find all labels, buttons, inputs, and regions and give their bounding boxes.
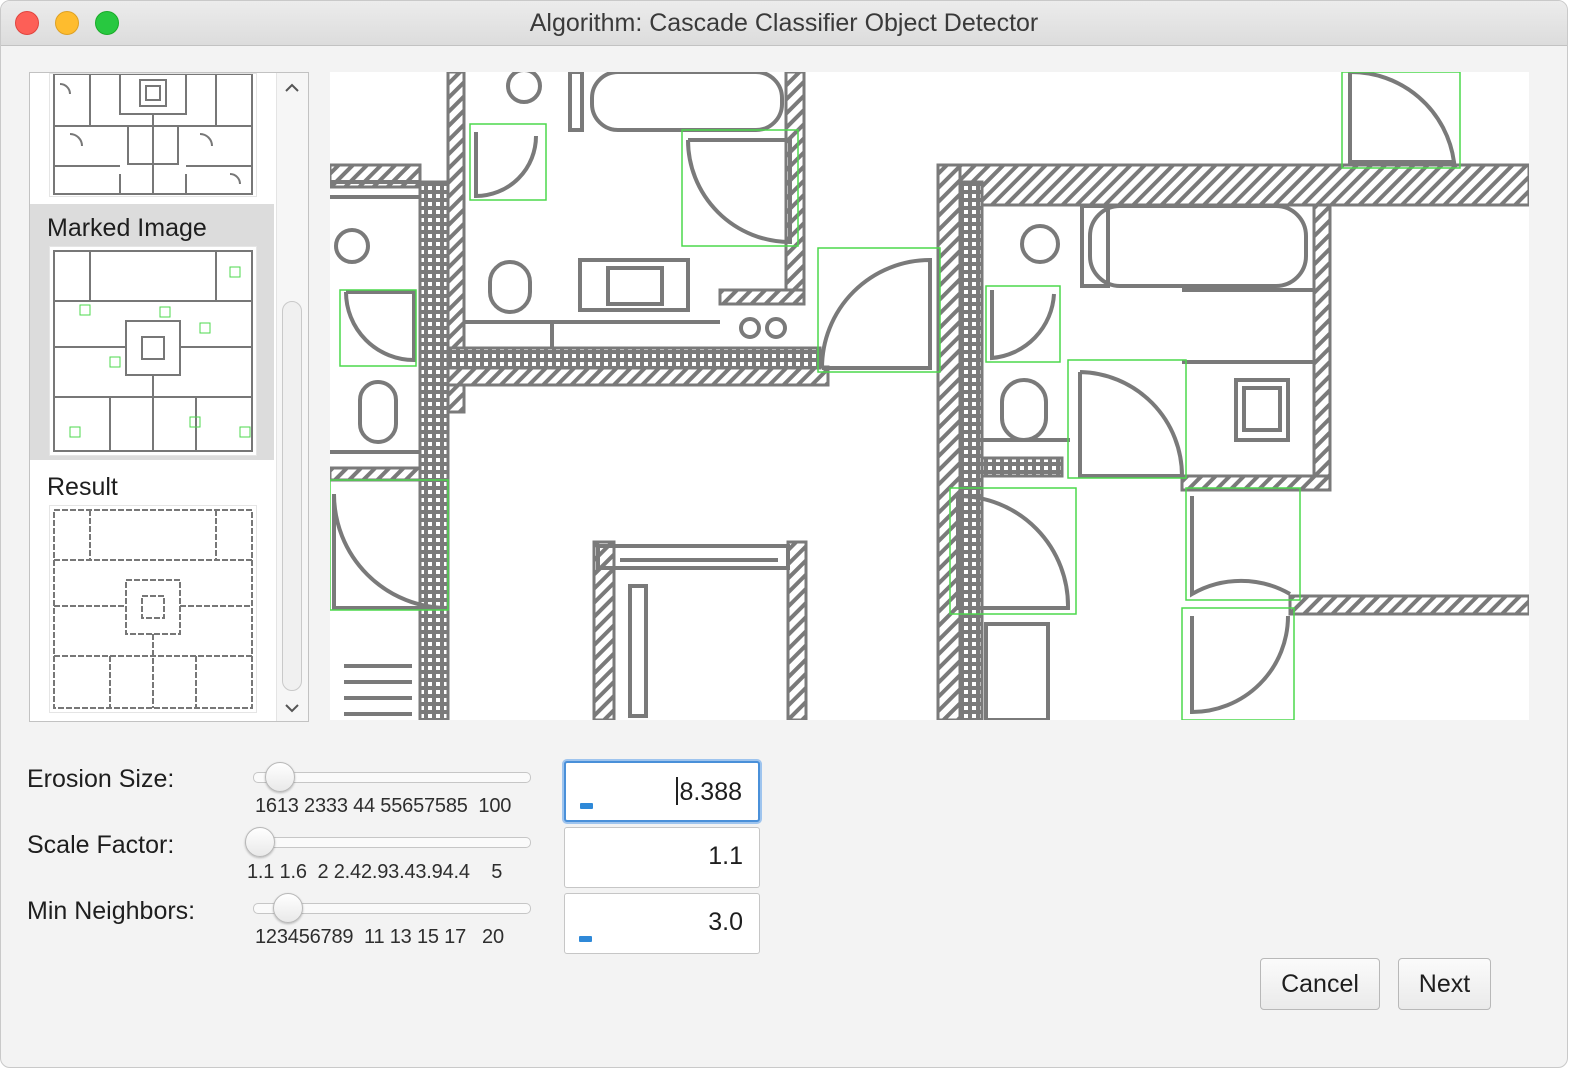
scale-factor-knob[interactable] (245, 827, 275, 857)
erosion-size-field[interactable]: 8.388 (564, 761, 760, 822)
scale-factor-slider[interactable] (245, 827, 531, 857)
erosion-size-label: Erosion Size: (27, 765, 175, 793)
marked-image-thumbnail (49, 246, 257, 456)
marked-image-preview (330, 72, 1529, 720)
list-item-marked-image[interactable]: Marked Image (30, 204, 274, 460)
scroll-down-icon[interactable] (283, 699, 301, 717)
erosion-size-ticks: 1613 2333 44 55657585 100 (255, 795, 512, 817)
scrollbar-thumb[interactable] (282, 301, 302, 691)
window-title: Algorithm: Cascade Classifier Object Det… (529, 9, 1039, 37)
scale-factor-ticks: 1.1 1.6 2 2.42.93.43.94.4 5 (247, 861, 503, 883)
erosion-size-knob[interactable] (265, 762, 295, 792)
erosion-size-slider[interactable] (253, 762, 531, 792)
list-item-source[interactable] (30, 73, 274, 203)
scale-factor-track (245, 837, 531, 848)
min-neighbors-knob[interactable] (273, 893, 303, 923)
min-neighbors-slider[interactable] (253, 893, 531, 923)
result-label: Result (47, 473, 118, 501)
spinner-indicator (579, 936, 592, 942)
list-scrollbar[interactable] (276, 73, 308, 721)
step-list[interactable]: Marked Image Result (29, 72, 309, 722)
source-thumbnail (49, 73, 257, 197)
min-neighbors-value: 3.0 (708, 908, 743, 936)
min-neighbors-label: Min Neighbors: (27, 897, 196, 925)
cancel-button[interactable]: Cancel (1260, 958, 1380, 1010)
scale-factor-label: Scale Factor: (27, 831, 175, 859)
list-item-result[interactable]: Result (30, 461, 274, 721)
scroll-up-icon[interactable] (283, 79, 301, 97)
next-button[interactable]: Next (1398, 958, 1491, 1010)
spinner-indicator (580, 803, 593, 809)
marked-image-label: Marked Image (47, 214, 207, 242)
result-thumbnail (49, 505, 257, 713)
erosion-size-value: 8.388 (679, 778, 742, 806)
min-neighbors-field[interactable]: 3.0 (564, 893, 760, 954)
min-neighbors-ticks: 123456789 11 13 15 17 20 (255, 926, 504, 948)
scale-factor-field[interactable]: 1.1 (564, 827, 760, 888)
dialog-window: Algorithm: Cascade Classifier Object Det… (0, 0, 1568, 1068)
title-bar: Algorithm: Cascade Classifier Object Det… (1, 1, 1567, 46)
scale-factor-value: 1.1 (708, 842, 743, 870)
